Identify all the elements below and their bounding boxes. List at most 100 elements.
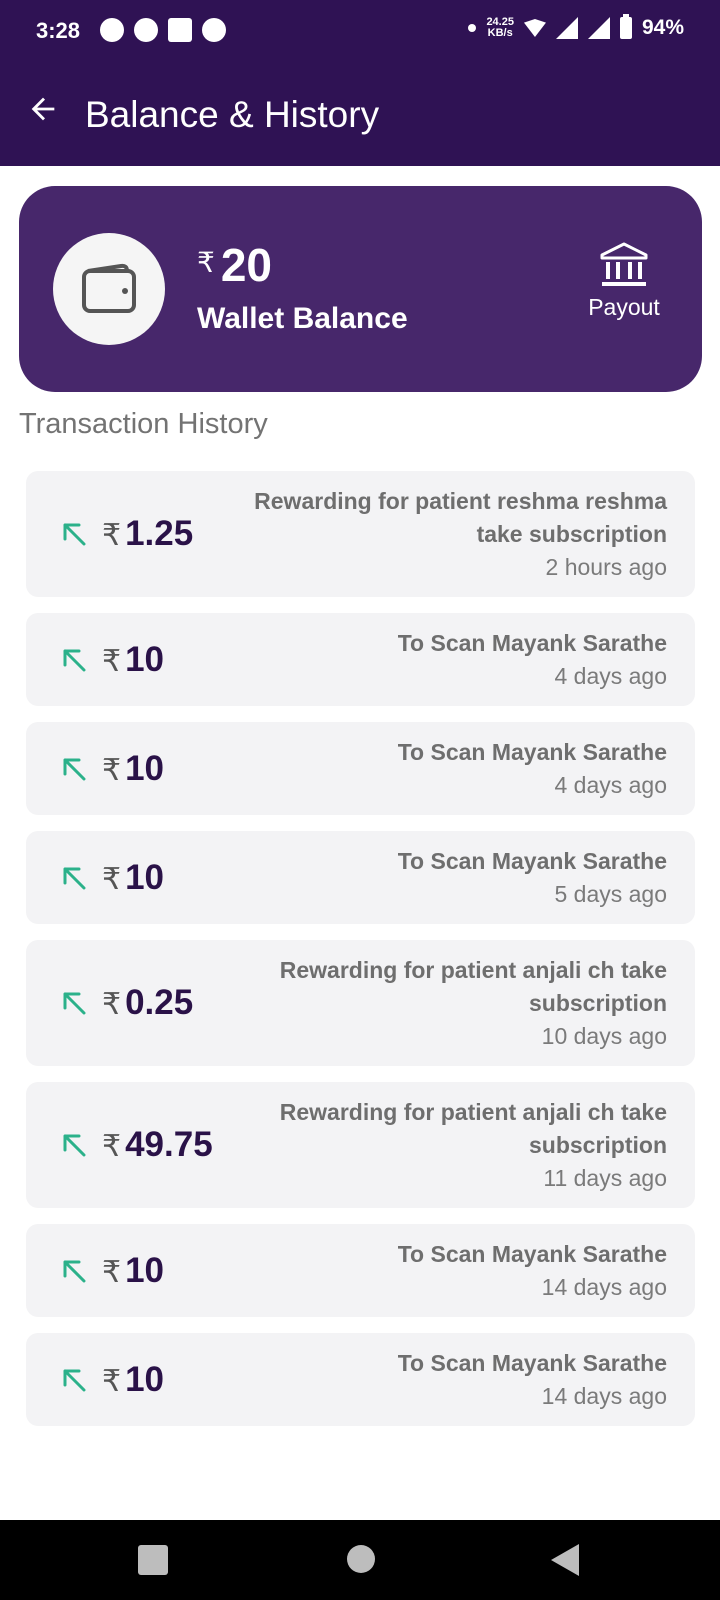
app-notification-icon — [134, 18, 158, 42]
arrow-up-left-icon — [63, 523, 86, 546]
transaction-time: 2 hours ago — [545, 553, 667, 580]
transaction-item[interactable]: ₹10 To Scan Mayank Sarathe 4 days ago — [26, 613, 695, 706]
wallet-balance-label: Wallet Balance — [197, 302, 408, 335]
transaction-details: Rewarding for patient anjali ch take subs… — [213, 1096, 667, 1195]
payout-button[interactable]: Payout — [574, 242, 674, 321]
transaction-time: 14 days ago — [541, 1273, 667, 1300]
transaction-amount: ₹10 — [102, 1360, 164, 1400]
amount-value: 10 — [125, 748, 165, 788]
data-saver-icon — [168, 18, 192, 42]
bank-icon — [600, 242, 648, 286]
signal-icon — [587, 17, 610, 39]
wallet-balance-amount: ₹ 20 — [197, 238, 272, 292]
arrow-up-left-icon — [63, 1134, 86, 1157]
transaction-amount: ₹49.75 — [102, 1125, 213, 1165]
app-notification-icon — [202, 18, 226, 42]
transaction-item[interactable]: ₹10 To Scan Mayank Sarathe 5 days ago — [26, 831, 695, 924]
battery-percent: 94% — [641, 16, 684, 39]
transaction-time: 4 days ago — [554, 771, 667, 798]
transaction-amount: ₹10 — [102, 640, 164, 680]
rupee-symbol: ₹ — [102, 644, 122, 678]
amount-value: 10 — [125, 857, 165, 897]
status-time: 3:28 — [36, 18, 81, 43]
transaction-description: To Scan Mayank Sarathe — [397, 1349, 667, 1376]
transaction-amount: ₹0.25 — [102, 983, 193, 1023]
system-nav-bar — [0, 1520, 720, 1600]
notification-icons — [100, 18, 226, 42]
notification-dot-icon — [468, 24, 477, 32]
transaction-description: subscription — [528, 1131, 667, 1158]
net-speed: 24.25 KB/s — [486, 17, 514, 39]
transaction-details: To Scan Mayank Sarathe 5 days ago — [164, 845, 667, 911]
transaction-item[interactable]: ₹49.75 Rewarding for patient anjali ch ta… — [26, 1082, 695, 1208]
status-bar: 3:28 24.25 KB/s 94% — [0, 0, 720, 64]
transaction-time: 10 days ago — [541, 1022, 667, 1049]
amount-value: 10 — [125, 1359, 165, 1399]
amount-value: 1.25 — [125, 514, 194, 553]
rupee-symbol: ₹ — [102, 753, 122, 787]
wifi-icon — [523, 19, 546, 37]
transaction-time: 4 days ago — [554, 662, 667, 689]
transaction-time: 11 days ago — [543, 1164, 667, 1191]
transaction-time: 5 days ago — [554, 880, 667, 907]
transaction-description: subscription — [528, 989, 667, 1016]
rupee-symbol: ₹ — [102, 988, 122, 1021]
rupee-symbol: ₹ — [102, 519, 122, 552]
transaction-description: To Scan Mayank Sarathe — [397, 738, 667, 765]
transaction-description: To Scan Mayank Sarathe — [397, 847, 667, 874]
amount-value: 10 — [125, 639, 165, 679]
transaction-details: To Scan Mayank Sarathe 4 days ago — [164, 736, 667, 802]
status-right: 24.25 KB/s 94% — [468, 14, 684, 40]
back-arrow-icon[interactable] — [26, 92, 60, 126]
rupee-symbol: ₹ — [102, 1364, 122, 1398]
rupee-symbol: ₹ — [102, 1255, 122, 1289]
transaction-item[interactable]: ₹10 To Scan Mayank Sarathe 4 days ago — [26, 722, 695, 815]
wallet-icon — [82, 263, 136, 313]
transaction-description: Rewarding for patient anjali ch take — [279, 1098, 667, 1125]
transaction-details: Rewarding for patient reshma reshma take … — [193, 485, 667, 584]
transaction-description: take subscription — [476, 520, 667, 547]
payout-label: Payout — [588, 294, 660, 320]
amount-value: 10 — [125, 1250, 165, 1290]
recents-button[interactable] — [138, 1545, 168, 1575]
transaction-item[interactable]: ₹10 To Scan Mayank Sarathe 14 days ago — [26, 1224, 695, 1317]
arrow-up-left-icon — [63, 649, 86, 671]
signal-icon — [555, 17, 578, 39]
transaction-description: To Scan Mayank Sarathe — [397, 1240, 667, 1267]
app-bar: Balance & History — [0, 64, 720, 166]
transaction-time: 14 days ago — [541, 1382, 667, 1409]
net-speed-unit: KB/s — [487, 27, 513, 39]
home-button[interactable] — [347, 1545, 375, 1573]
transaction-description: Rewarding for patient reshma reshma — [254, 487, 667, 514]
rupee-symbol: ₹ — [102, 862, 122, 896]
arrow-up-left-icon — [63, 1369, 86, 1391]
wallet-card: ₹ 20 Wallet Balance Payout — [19, 186, 702, 392]
transaction-details: To Scan Mayank Sarathe 14 days ago — [164, 1347, 667, 1413]
transaction-list: ₹1.25 Rewarding for patient reshma reshma… — [26, 471, 695, 1442]
rupee-symbol: ₹ — [102, 1130, 122, 1163]
transaction-amount: ₹1.25 — [102, 514, 193, 554]
amount-value: 0.25 — [125, 983, 194, 1022]
transaction-amount: ₹10 — [102, 749, 164, 789]
amount-value: 49.75 — [125, 1125, 213, 1164]
transaction-details: Rewarding for patient anjali ch take subs… — [193, 954, 667, 1053]
back-button[interactable] — [551, 1544, 579, 1576]
transaction-description: Rewarding for patient anjali ch take — [279, 956, 667, 983]
battery-icon — [619, 14, 632, 39]
page-title: Balance & History — [85, 94, 380, 135]
transaction-details: To Scan Mayank Sarathe 4 days ago — [164, 627, 667, 693]
transaction-amount: ₹10 — [102, 858, 164, 898]
transaction-item[interactable]: ₹1.25 Rewarding for patient reshma reshma… — [26, 471, 695, 597]
arrow-up-left-icon — [63, 867, 86, 889]
wallet-icon-circle — [53, 233, 165, 345]
arrow-up-left-icon — [63, 758, 86, 780]
rupee-symbol: ₹ — [197, 247, 215, 278]
transaction-description: To Scan Mayank Sarathe — [397, 629, 667, 656]
arrow-up-left-icon — [63, 992, 86, 1015]
transaction-amount: ₹10 — [102, 1251, 164, 1291]
transaction-details: To Scan Mayank Sarathe 14 days ago — [164, 1238, 667, 1304]
transaction-item[interactable]: ₹10 To Scan Mayank Sarathe 14 days ago — [26, 1333, 695, 1426]
transaction-item[interactable]: ₹0.25 Rewarding for patient anjali ch tak… — [26, 940, 695, 1066]
section-title: Transaction History — [19, 408, 268, 440]
arrow-up-left-icon — [63, 1260, 86, 1282]
